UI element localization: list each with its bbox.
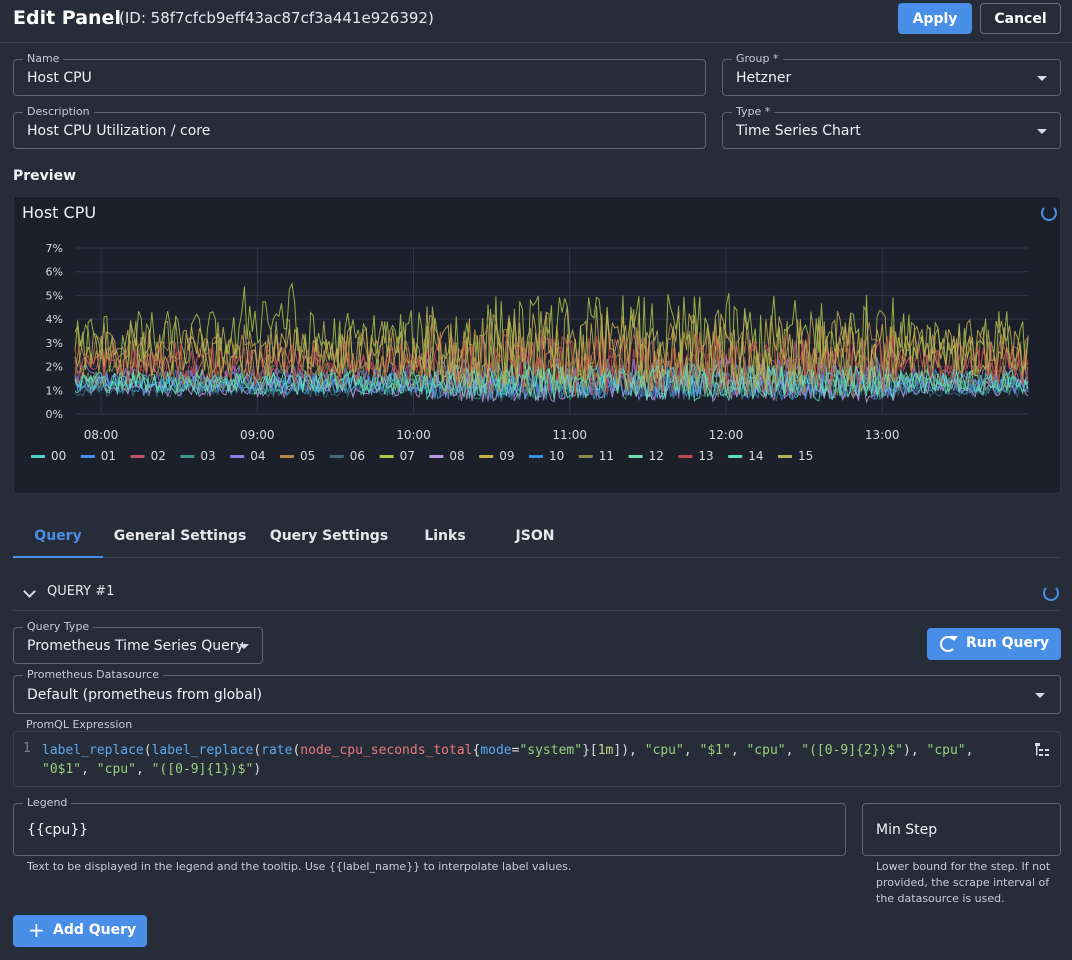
- time-series-chart[interactable]: 0% 1% 2% 3% 4% 5% 6% 7% 08:00 09:00 10:00 11:00 12:0…: [14, 197, 1060, 493]
- x-tick-label: 13:00: [865, 428, 900, 442]
- legend-entry[interactable]: 14: [748, 449, 763, 463]
- x-tick-label: 12:00: [709, 428, 744, 442]
- legend-swatch: [31, 455, 45, 458]
- promql-editor[interactable]: 1 label_replace(label_replace(rate(node_…: [13, 731, 1061, 787]
- legend-swatch: [180, 455, 195, 458]
- chevron-down-icon: [1037, 129, 1047, 134]
- legend-swatch: [578, 455, 593, 458]
- chevron-down-icon: [1037, 76, 1047, 81]
- legend-swatch: [280, 455, 294, 458]
- legend-entry[interactable]: 03: [200, 449, 215, 463]
- legend-helper-text: Text to be displayed in the legend and t…: [27, 860, 572, 873]
- legend-swatch: [628, 455, 643, 458]
- legend-swatch: [479, 455, 494, 458]
- y-tick-label: 2%: [46, 361, 63, 374]
- type-value: Time Series Chart: [736, 123, 861, 139]
- legend-swatch: [778, 455, 792, 458]
- tab-general-settings[interactable]: General Settings: [109, 518, 251, 558]
- y-tick-label: 1%: [46, 384, 63, 397]
- y-tick-label: 0%: [46, 408, 63, 421]
- chevron-down-icon[interactable]: [23, 585, 36, 598]
- name-field[interactable]: Name Host CPU: [13, 52, 706, 96]
- x-tick-label: 11:00: [552, 428, 587, 442]
- cancel-button[interactable]: Cancel: [980, 3, 1061, 34]
- tab-links[interactable]: Links: [411, 518, 479, 558]
- y-tick-label: 6%: [46, 266, 63, 279]
- legend-entry[interactable]: 00: [51, 449, 66, 463]
- x-tick-label: 08:00: [84, 428, 119, 442]
- datasource-select[interactable]: Prometheus Datasource Default (prometheu…: [13, 668, 1061, 714]
- legend-swatch: [529, 455, 543, 458]
- apply-button[interactable]: Apply: [898, 3, 972, 34]
- min-step-field[interactable]: Min Step: [862, 803, 1061, 856]
- line-number: 1: [23, 741, 31, 756]
- min-step-placeholder: Min Step: [876, 822, 938, 838]
- query-type-select[interactable]: Query Type Prometheus Time Series Query: [13, 620, 263, 664]
- legend-swatch: [80, 455, 95, 458]
- y-tick-label: 3%: [46, 337, 63, 350]
- tab-query-settings[interactable]: Query Settings: [265, 518, 393, 558]
- legend-entry[interactable]: 13: [698, 449, 713, 463]
- y-tick-label: 5%: [46, 289, 63, 302]
- legend-entry[interactable]: 10: [549, 449, 564, 463]
- type-select[interactable]: Type * Time Series Chart: [722, 105, 1061, 149]
- legend-entry[interactable]: 07: [400, 449, 415, 463]
- y-tick-label: 4%: [46, 313, 63, 326]
- preview-label: Preview: [13, 168, 77, 184]
- group-select[interactable]: Group * Hetzner: [722, 52, 1061, 96]
- x-tick-label: 09:00: [240, 428, 275, 442]
- query-title: QUERY #1: [47, 584, 115, 599]
- query-accordion-header[interactable]: QUERY #1: [13, 575, 1061, 611]
- legend-entry[interactable]: 06: [350, 449, 365, 463]
- header-bar: Edit Panel (ID: 58f7cfcb9eff43ac87cf3a44…: [0, 0, 1072, 43]
- legend-field[interactable]: Legend {{cpu}}: [13, 796, 846, 856]
- datasource-value: Default (prometheus from global): [27, 687, 262, 703]
- editor-tabs: Query General Settings Query Settings Li…: [13, 518, 1061, 558]
- page-title: Edit Panel: [13, 7, 121, 29]
- legend-entry[interactable]: 15: [798, 449, 813, 463]
- legend-entry[interactable]: 02: [151, 449, 166, 463]
- legend-swatch: [329, 455, 344, 458]
- add-query-button[interactable]: + Add Query: [13, 915, 147, 947]
- preview-panel: Host CPU 0% 1% 2% 3% 4% 5% 6% 7% 08:00 09:00 10:00…: [13, 196, 1061, 494]
- legend-entry[interactable]: 11: [599, 449, 614, 463]
- promql-expression[interactable]: label_replace(label_replace(rate(node_cp…: [42, 741, 1012, 779]
- legend-swatch: [379, 455, 394, 458]
- legend-entry[interactable]: 01: [101, 449, 116, 463]
- legend-value: {{cpu}}: [27, 822, 89, 838]
- group-value: Hetzner: [736, 70, 792, 86]
- chevron-down-icon: [1035, 693, 1045, 698]
- name-value: Host CPU: [27, 70, 92, 86]
- tab-query[interactable]: Query: [13, 518, 103, 558]
- legend-entry[interactable]: 05: [300, 449, 315, 463]
- legend-entry[interactable]: 09: [499, 449, 514, 463]
- x-tick-label: 10:00: [396, 428, 431, 442]
- legend-swatch: [429, 455, 444, 458]
- promql-label: PromQL Expression: [26, 718, 133, 731]
- plus-icon: +: [28, 918, 45, 942]
- refresh-icon: [940, 636, 958, 652]
- legend-swatch: [230, 455, 245, 458]
- legend-entry[interactable]: 04: [250, 449, 265, 463]
- description-field[interactable]: Description Host CPU Utilization / core: [13, 105, 706, 149]
- legend-entry[interactable]: 08: [449, 449, 464, 463]
- y-tick-label: 7%: [46, 242, 63, 255]
- min-step-helper-text: Lower bound for the step. If not provide…: [876, 860, 1051, 905]
- query-type-value: Prometheus Time Series Query: [27, 638, 244, 654]
- tree-view-icon[interactable]: [1034, 742, 1050, 758]
- description-value: Host CPU Utilization / core: [27, 123, 211, 139]
- legend-swatch: [130, 455, 145, 458]
- run-query-label: Run Query: [966, 635, 1049, 651]
- legend-swatch: [728, 455, 743, 458]
- run-query-button[interactable]: Run Query: [927, 628, 1061, 660]
- add-query-label: Add Query: [53, 922, 137, 938]
- panel-id: (ID: 58f7cfcb9eff43ac87cf3a441e926392): [119, 9, 434, 27]
- chevron-down-icon: [239, 644, 249, 649]
- tab-json[interactable]: JSON: [497, 518, 573, 558]
- legend-swatch: [678, 455, 693, 458]
- legend-entry[interactable]: 12: [649, 449, 664, 463]
- loading-spinner-icon: [1043, 585, 1059, 601]
